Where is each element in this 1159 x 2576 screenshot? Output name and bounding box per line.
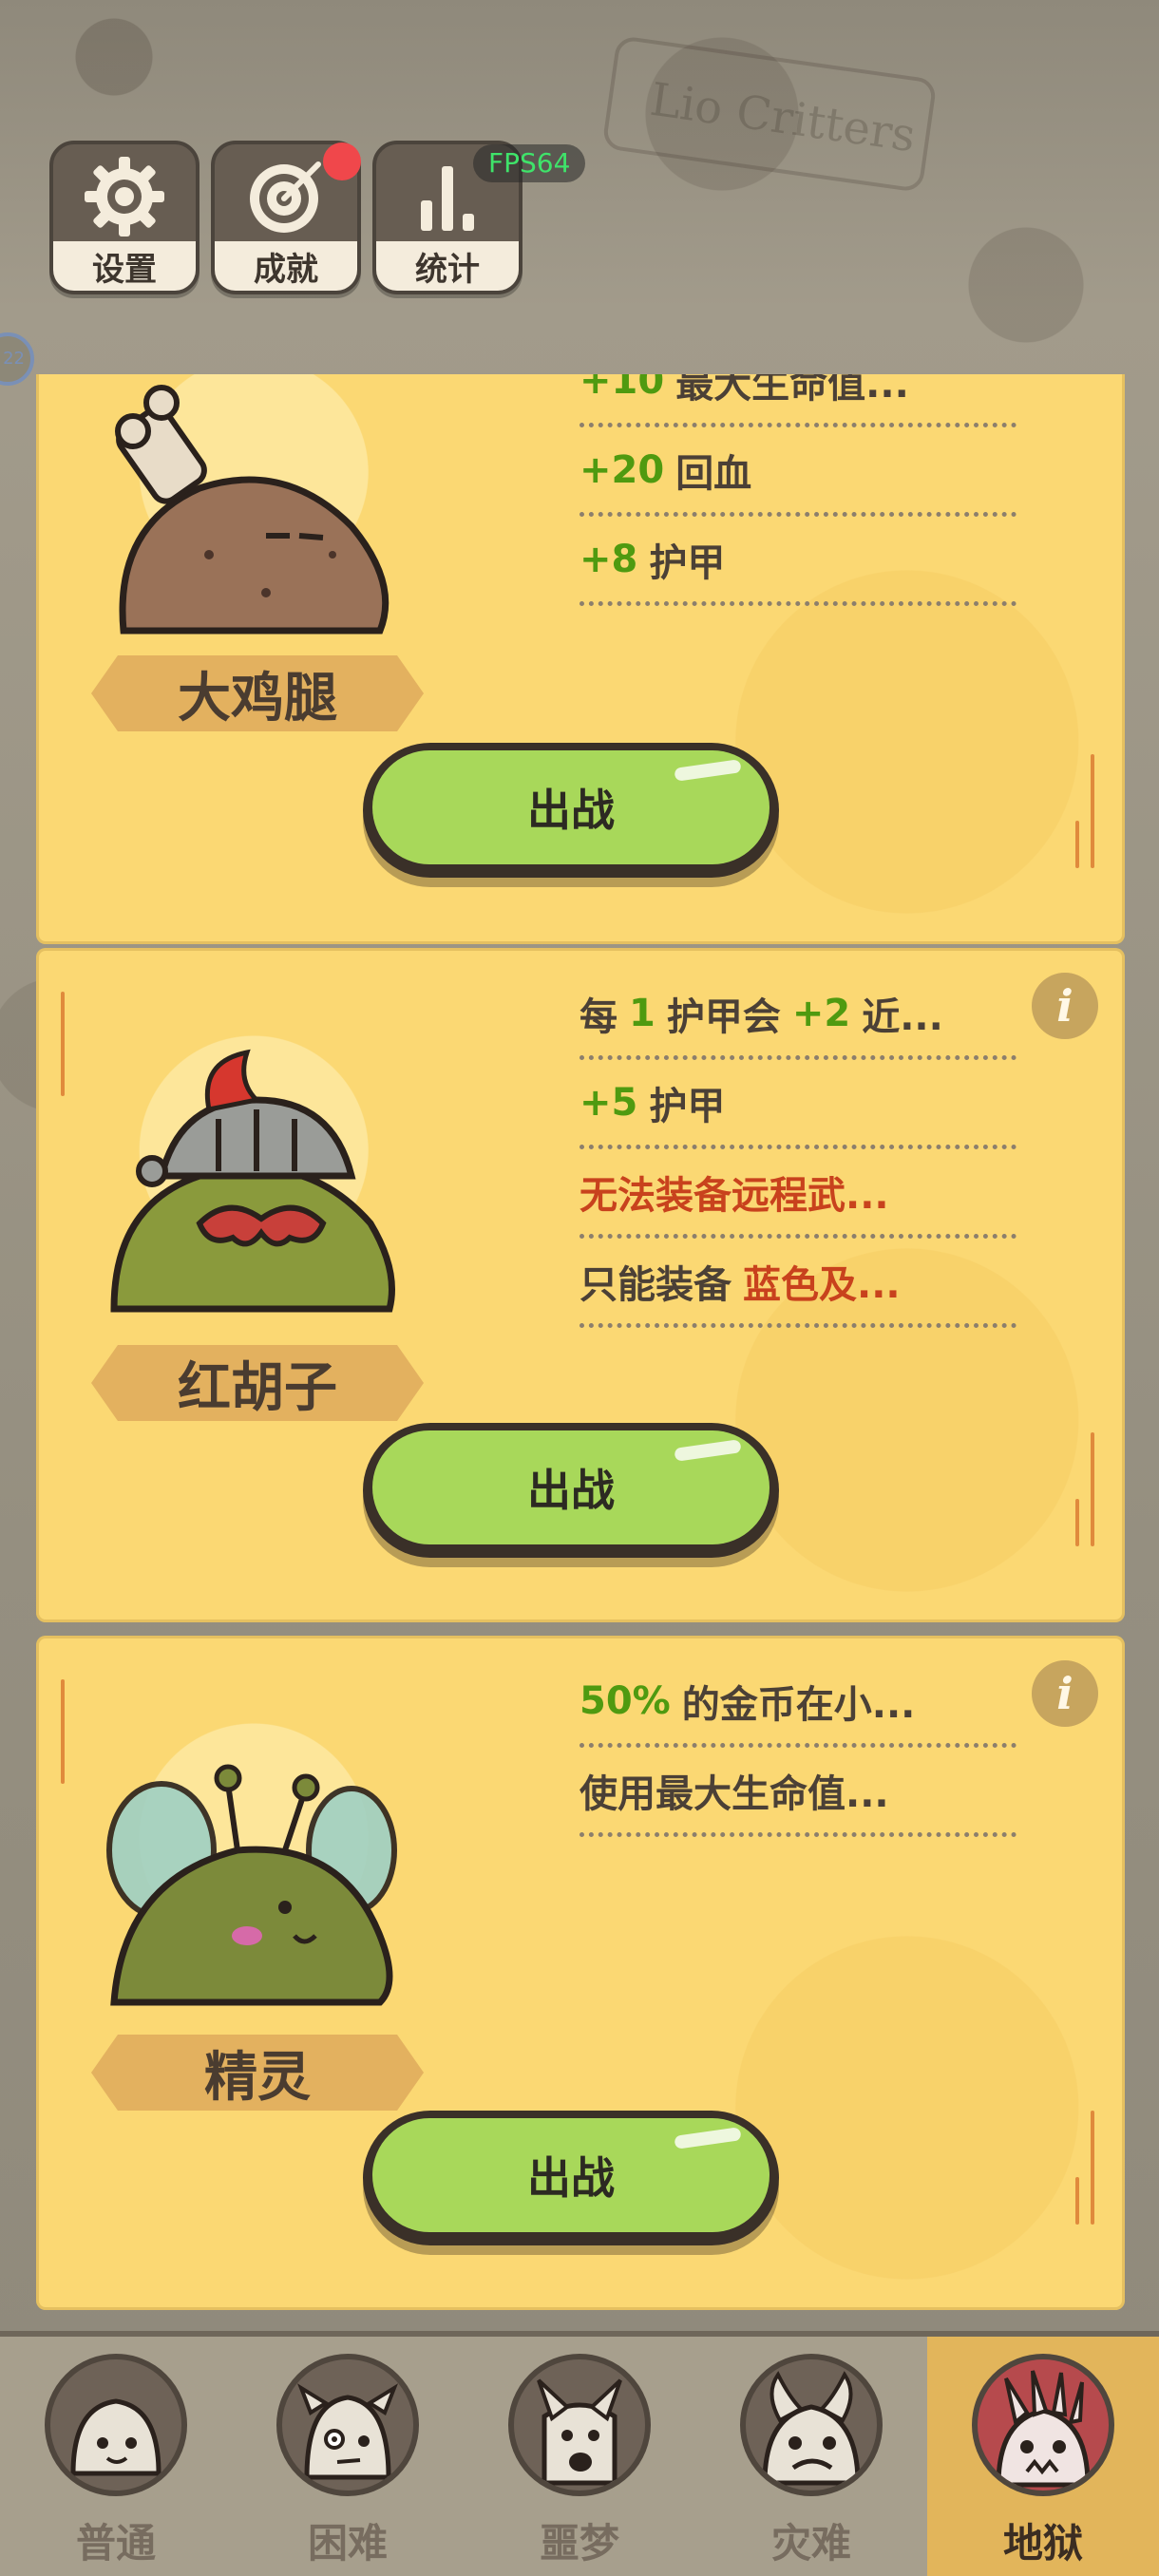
card-doodle-stroke bbox=[1091, 1432, 1094, 1546]
background-banner-text: Lio Critters bbox=[647, 72, 920, 163]
battle-button-label: 出战 bbox=[527, 2152, 615, 2204]
character-name-plate: 红胡子 bbox=[91, 1345, 424, 1421]
card-doodle-stroke bbox=[1075, 2177, 1079, 2225]
info-button[interactable]: i bbox=[1032, 973, 1098, 1039]
character-name: 大鸡腿 bbox=[178, 667, 337, 729]
battle-button-label: 出战 bbox=[527, 785, 615, 836]
stat-text: 的金币在小... bbox=[681, 1682, 916, 1727]
settings-button[interactable]: 设置 bbox=[49, 141, 200, 294]
hard-face-icon bbox=[276, 2354, 419, 2496]
statistics-label: 统计 bbox=[376, 241, 519, 291]
battle-button[interactable]: 出战 bbox=[363, 743, 779, 878]
tab-label: 灾难 bbox=[770, 2520, 851, 2567]
card-doodle-stroke bbox=[1075, 1499, 1079, 1546]
stat-row[interactable]: 无法装备远程武... bbox=[580, 1149, 1016, 1239]
battle-button-label: 出战 bbox=[527, 1465, 615, 1516]
character-card: 大鸡腿 +10 最大生命值... +20 回血 +8 护甲 出战 bbox=[36, 374, 1125, 944]
character-card: i 精灵 50% 的金币在小... 使用最大生命值... 出战 bbox=[36, 1636, 1125, 2310]
stat-value-2: +2 bbox=[791, 991, 851, 1035]
battle-button[interactable]: 出战 bbox=[363, 1423, 779, 1558]
character-list[interactable]: 大鸡腿 +10 最大生命值... +20 回血 +8 护甲 出战 i 红胡子 每… bbox=[0, 374, 1159, 2331]
stat-row[interactable]: +8 护甲 bbox=[580, 517, 1016, 606]
normal-face-icon bbox=[45, 2354, 187, 2496]
tab-label: 地狱 bbox=[1002, 2520, 1083, 2567]
stat-value: 50% bbox=[580, 1678, 671, 1723]
tab-label: 困难 bbox=[307, 2520, 388, 2567]
stat-value: +10 bbox=[580, 374, 665, 403]
character-card: i 红胡子 每 1 护甲会 +2 近... +5 护甲 无法装备远程武... 只… bbox=[36, 948, 1125, 1622]
stat-prefix: 只能装备 bbox=[580, 1262, 732, 1307]
character-name: 红胡子 bbox=[178, 1356, 337, 1419]
character-name-plate: 大鸡腿 bbox=[91, 655, 424, 731]
character-stats: +10 最大生命值... +20 回血 +8 护甲 bbox=[580, 374, 1016, 606]
stat-text: 最大生命值... bbox=[675, 374, 909, 407]
fairy-critter-portrait bbox=[106, 1764, 397, 2006]
tab-label: 普通 bbox=[75, 2520, 156, 2567]
tab-hell[interactable]: 地狱 bbox=[927, 2337, 1159, 2576]
stat-value: 1 bbox=[629, 991, 656, 1035]
tab-nightmare[interactable]: 噩梦 bbox=[464, 2337, 695, 2576]
tab-label: 噩梦 bbox=[539, 2520, 619, 2567]
stat-row[interactable]: +5 护甲 bbox=[580, 1060, 1016, 1149]
achievements-label: 成就 bbox=[215, 241, 357, 291]
stat-text: 近... bbox=[862, 994, 943, 1039]
stat-text: 回血 bbox=[675, 451, 752, 496]
battle-button[interactable]: 出战 bbox=[363, 2111, 779, 2245]
character-name: 精灵 bbox=[204, 2046, 311, 2109]
stat-text: 护甲 bbox=[649, 540, 726, 585]
difficulty-tab-bar: 普通 困难 噩梦 灾难 地狱 bbox=[0, 2331, 1159, 2576]
character-name-plate: 精灵 bbox=[91, 2035, 424, 2111]
top-toolbar: 设置 成就 统计 bbox=[49, 141, 522, 294]
stat-row[interactable]: 每 1 护甲会 +2 近... bbox=[580, 971, 1016, 1060]
stat-warning: 无法装备远程武... bbox=[580, 1173, 889, 1218]
stat-row[interactable]: 只能装备 蓝色及... bbox=[580, 1239, 1016, 1328]
tab-disaster[interactable]: 灾难 bbox=[695, 2337, 927, 2576]
card-doodle-stroke bbox=[61, 1679, 65, 1784]
card-doodle-stroke bbox=[1075, 821, 1079, 868]
gear-icon bbox=[53, 144, 196, 249]
stat-mid: 护甲会 bbox=[666, 994, 781, 1039]
stat-prefix: 每 bbox=[580, 994, 618, 1039]
stat-value: +20 bbox=[580, 447, 665, 492]
drumstick-critter-portrait bbox=[115, 385, 390, 635]
stat-value: +8 bbox=[580, 537, 638, 581]
red-beard-critter-portrait bbox=[110, 1049, 395, 1313]
info-button[interactable]: i bbox=[1032, 1660, 1098, 1727]
stat-row[interactable]: 使用最大生命值... bbox=[580, 1748, 1016, 1837]
stat-warning: 蓝色及... bbox=[743, 1262, 901, 1307]
settings-label: 设置 bbox=[53, 241, 196, 291]
card-doodle-stroke bbox=[1091, 754, 1094, 868]
hell-face-icon bbox=[972, 2354, 1114, 2496]
fps-counter: FPS64 bbox=[473, 144, 586, 182]
character-stats: 每 1 护甲会 +2 近... +5 护甲 无法装备远程武... 只能装备 蓝色… bbox=[580, 971, 1016, 1328]
stat-text: 护甲 bbox=[649, 1084, 726, 1128]
stat-value: +5 bbox=[580, 1080, 638, 1125]
stat-row[interactable]: 50% 的金币在小... bbox=[580, 1658, 1016, 1748]
card-doodle-stroke bbox=[1091, 2111, 1094, 2225]
disaster-face-icon bbox=[740, 2354, 883, 2496]
stat-row[interactable]: +20 回血 bbox=[580, 427, 1016, 517]
background-banner: Lio Critters bbox=[601, 34, 938, 194]
stat-text: 使用最大生命值... bbox=[580, 1771, 889, 1816]
notification-dot bbox=[323, 142, 361, 180]
character-stats: 50% 的金币在小... 使用最大生命值... bbox=[580, 1658, 1016, 1837]
card-doodle-stroke bbox=[61, 992, 65, 1096]
nightmare-face-icon bbox=[508, 2354, 651, 2496]
tab-normal[interactable]: 普通 bbox=[0, 2337, 232, 2576]
tab-hard[interactable]: 困难 bbox=[232, 2337, 464, 2576]
stat-row[interactable]: +10 最大生命值... bbox=[580, 374, 1016, 427]
